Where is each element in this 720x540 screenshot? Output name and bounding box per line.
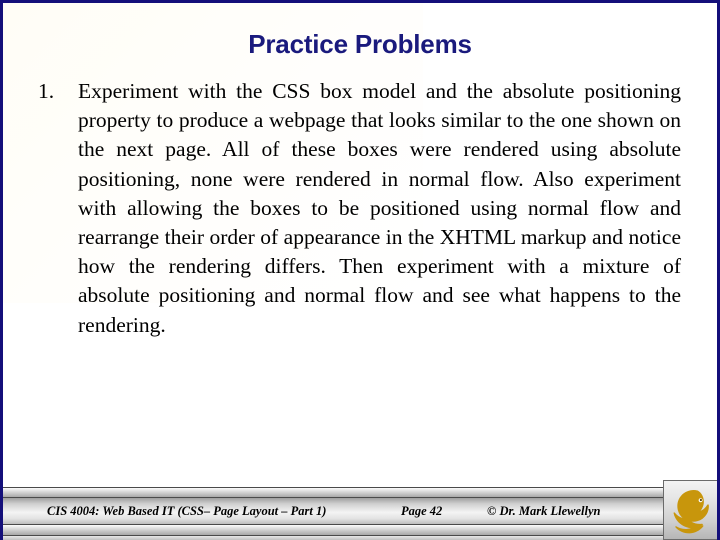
footer-page-number: Page 42 (401, 504, 443, 518)
list-item-text: Experiment with the CSS box model and th… (78, 79, 681, 337)
slide-canvas: Practice Problems 1. Experiment with the… (0, 0, 720, 540)
footer-band-lower (3, 525, 717, 535)
page-title: Practice Problems (248, 29, 472, 59)
ucf-pegasus-logo (663, 480, 717, 540)
footer-band-upper (3, 488, 717, 497)
footer-copyright: © Dr. Mark Llewellyn (487, 504, 601, 518)
footer-course-label: CIS 4004: Web Based IT (CSS– Page Layout… (47, 504, 327, 518)
list-item: 1. Experiment with the CSS box model and… (36, 77, 681, 340)
slide-footer: CIS 4004: Web Based IT (CSS– Page Layout… (3, 483, 717, 540)
practice-problems-list: 1. Experiment with the CSS box model and… (36, 77, 681, 340)
list-item-marker: 1. (38, 79, 55, 103)
footer-band-base (3, 536, 717, 540)
